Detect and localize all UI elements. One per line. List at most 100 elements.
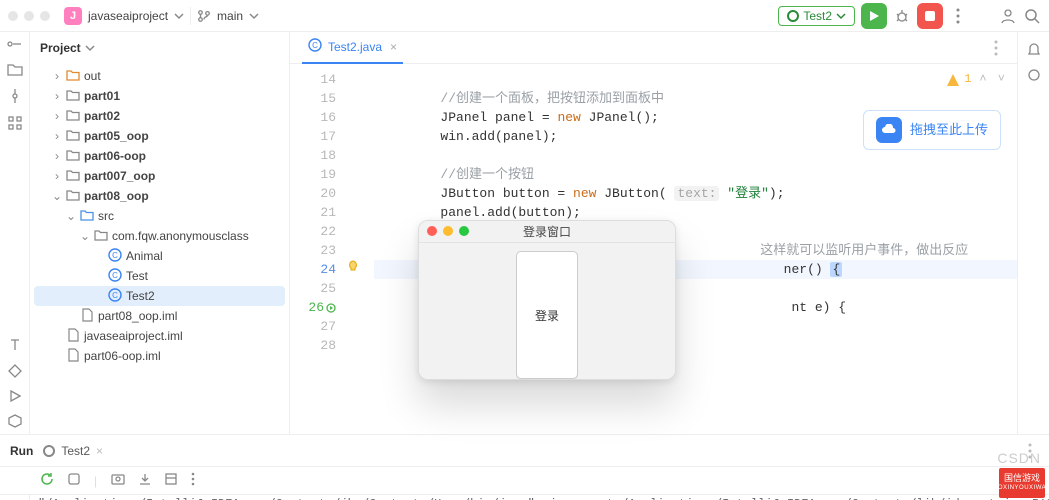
tree-node-label: Test2 xyxy=(126,289,155,303)
swing-max-icon[interactable] xyxy=(459,226,469,236)
services-tool-icon[interactable] xyxy=(8,414,22,428)
code-line: //创建一个按钮 xyxy=(374,165,1017,184)
inspection-summary[interactable]: 1 ˄ ˅ xyxy=(946,70,1007,89)
expand-icon[interactable] xyxy=(7,38,23,50)
editor-tab-more-icon[interactable] xyxy=(987,39,1005,57)
cloud-upload-icon xyxy=(876,117,902,143)
stop-run-icon[interactable] xyxy=(68,473,80,488)
console-output[interactable]: "/Applications/IntelliJ IDEA.app/Content… xyxy=(30,495,1049,500)
folder-icon xyxy=(94,228,108,245)
ai-assist-icon[interactable] xyxy=(1027,68,1041,82)
tree-node[interactable]: CTest2 xyxy=(34,286,285,306)
editor-tab-label: Test2.java xyxy=(328,40,382,54)
logo-line2: GUOXINYOUXIWANG xyxy=(988,483,1049,493)
tree-node[interactable]: CAnimal xyxy=(34,246,285,266)
run-toolwindow-header: Run Test2 × xyxy=(0,434,1049,466)
chevron-down-icon[interactable] xyxy=(249,11,259,21)
more-menu-icon[interactable] xyxy=(949,7,967,25)
text-tool-icon[interactable] xyxy=(8,338,22,352)
csdn-watermark: CSDN xyxy=(997,450,1041,466)
tree-node[interactable]: ⌄com.fqw.anonymousclass xyxy=(34,226,285,246)
tree-node[interactable]: part06-oop.iml xyxy=(34,346,285,366)
swing-min-icon[interactable] xyxy=(443,226,453,236)
chevron-down-icon[interactable] xyxy=(174,11,184,21)
file-icon xyxy=(66,328,80,345)
project-badge: J xyxy=(64,7,82,25)
editor-tab[interactable]: C Test2.java × xyxy=(302,32,403,64)
upload-dropzone[interactable]: 拖拽至此上传 xyxy=(863,110,1001,150)
tree-node[interactable]: ›part05_oop xyxy=(34,126,285,146)
stop-button[interactable] xyxy=(917,3,943,29)
run-button[interactable] xyxy=(861,3,887,29)
close-tab-icon[interactable]: × xyxy=(390,40,397,54)
close-run-tab-icon[interactable]: × xyxy=(96,444,103,458)
tree-node[interactable]: ⌄src xyxy=(34,206,285,226)
git-branch-icon[interactable] xyxy=(197,9,211,23)
project-tool-icon[interactable] xyxy=(7,62,23,76)
tree-node[interactable]: javaseaiproject.iml xyxy=(34,326,285,346)
run-tab[interactable]: Test2 × xyxy=(43,444,103,458)
svg-text:C: C xyxy=(112,251,118,260)
scroll-up-icon[interactable]: ↑ xyxy=(11,497,18,500)
folder-icon xyxy=(66,148,80,165)
rerun-icon[interactable] xyxy=(40,472,54,489)
swing-close-icon[interactable] xyxy=(427,226,437,236)
traffic-min-icon[interactable] xyxy=(24,11,34,21)
tree-node[interactable]: ›part02 xyxy=(34,106,285,126)
git-branch-name[interactable]: main xyxy=(217,9,243,23)
swing-login-button[interactable]: 登录 xyxy=(516,251,578,379)
layout-icon[interactable] xyxy=(165,473,177,488)
tree-node-label: part08_oop xyxy=(84,189,149,203)
tree-node-label: src xyxy=(98,209,114,223)
traffic-max-icon[interactable] xyxy=(40,11,50,21)
build-tool-icon[interactable] xyxy=(8,364,22,378)
tree-node-label: part01 xyxy=(84,89,120,103)
project-panel-header[interactable]: Project xyxy=(30,32,289,64)
swing-titlebar[interactable]: 登录窗口 xyxy=(419,221,675,243)
run-config-chip[interactable]: Test2 xyxy=(778,6,855,26)
top-toolbar: J javaseaiproject main Test2 xyxy=(0,0,1049,32)
inspection-nav[interactable]: ˄ ˅ xyxy=(979,70,1007,89)
code-line: //创建一个面板，把按钮添加到面板中 xyxy=(374,89,1017,108)
chevron-down-icon xyxy=(85,43,95,53)
tree-node[interactable]: ›part06-oop xyxy=(34,146,285,166)
upload-label: 拖拽至此上传 xyxy=(910,121,988,140)
intention-bulb-icon[interactable] xyxy=(346,260,360,274)
swing-body: 登录 xyxy=(419,243,675,379)
structure-tool-icon[interactable] xyxy=(8,116,22,130)
debug-button[interactable] xyxy=(893,7,911,25)
export-icon[interactable] xyxy=(139,473,151,488)
project-name[interactable]: javaseaiproject xyxy=(88,9,168,23)
run-tool-icon[interactable] xyxy=(9,390,21,402)
window-traffic-lights xyxy=(8,11,50,21)
tree-node[interactable]: ›part007_oop xyxy=(34,166,285,186)
tree-node[interactable]: ›out xyxy=(34,66,285,86)
run-toolwindow-title[interactable]: Run xyxy=(10,444,33,458)
tree-node[interactable]: ⌄part08_oop xyxy=(34,186,285,206)
file-icon xyxy=(80,308,94,325)
svg-text:C: C xyxy=(312,41,318,50)
file-icon xyxy=(66,348,80,365)
intention-gutter xyxy=(346,64,374,434)
folder-icon xyxy=(66,128,80,145)
search-icon[interactable] xyxy=(1023,7,1041,25)
tree-node[interactable]: ›part01 xyxy=(34,86,285,106)
class-icon: C xyxy=(108,248,122,265)
logo-line1: 国信游戏 xyxy=(1004,473,1040,483)
traffic-close-icon[interactable] xyxy=(8,11,18,21)
swing-window[interactable]: 登录窗口 登录 xyxy=(418,220,676,380)
notifications-icon[interactable] xyxy=(1027,42,1041,56)
folder-icon xyxy=(80,208,94,225)
account-icon[interactable] xyxy=(999,7,1017,25)
editor-tab-bar: C Test2.java × xyxy=(290,32,1017,64)
screenshot-icon[interactable] xyxy=(111,473,125,488)
project-tree[interactable]: ›out›part01›part02›part05_oop›part06-oop… xyxy=(30,64,289,374)
folder-icon xyxy=(66,68,80,85)
commit-tool-icon[interactable] xyxy=(7,88,23,104)
tree-node[interactable]: CTest xyxy=(34,266,285,286)
right-tool-rail xyxy=(1017,32,1049,434)
tree-node[interactable]: part08_oop.iml xyxy=(34,306,285,326)
more-run-icon[interactable] xyxy=(191,472,195,489)
tree-node-label: part05_oop xyxy=(84,129,149,143)
folder-icon xyxy=(66,168,80,185)
